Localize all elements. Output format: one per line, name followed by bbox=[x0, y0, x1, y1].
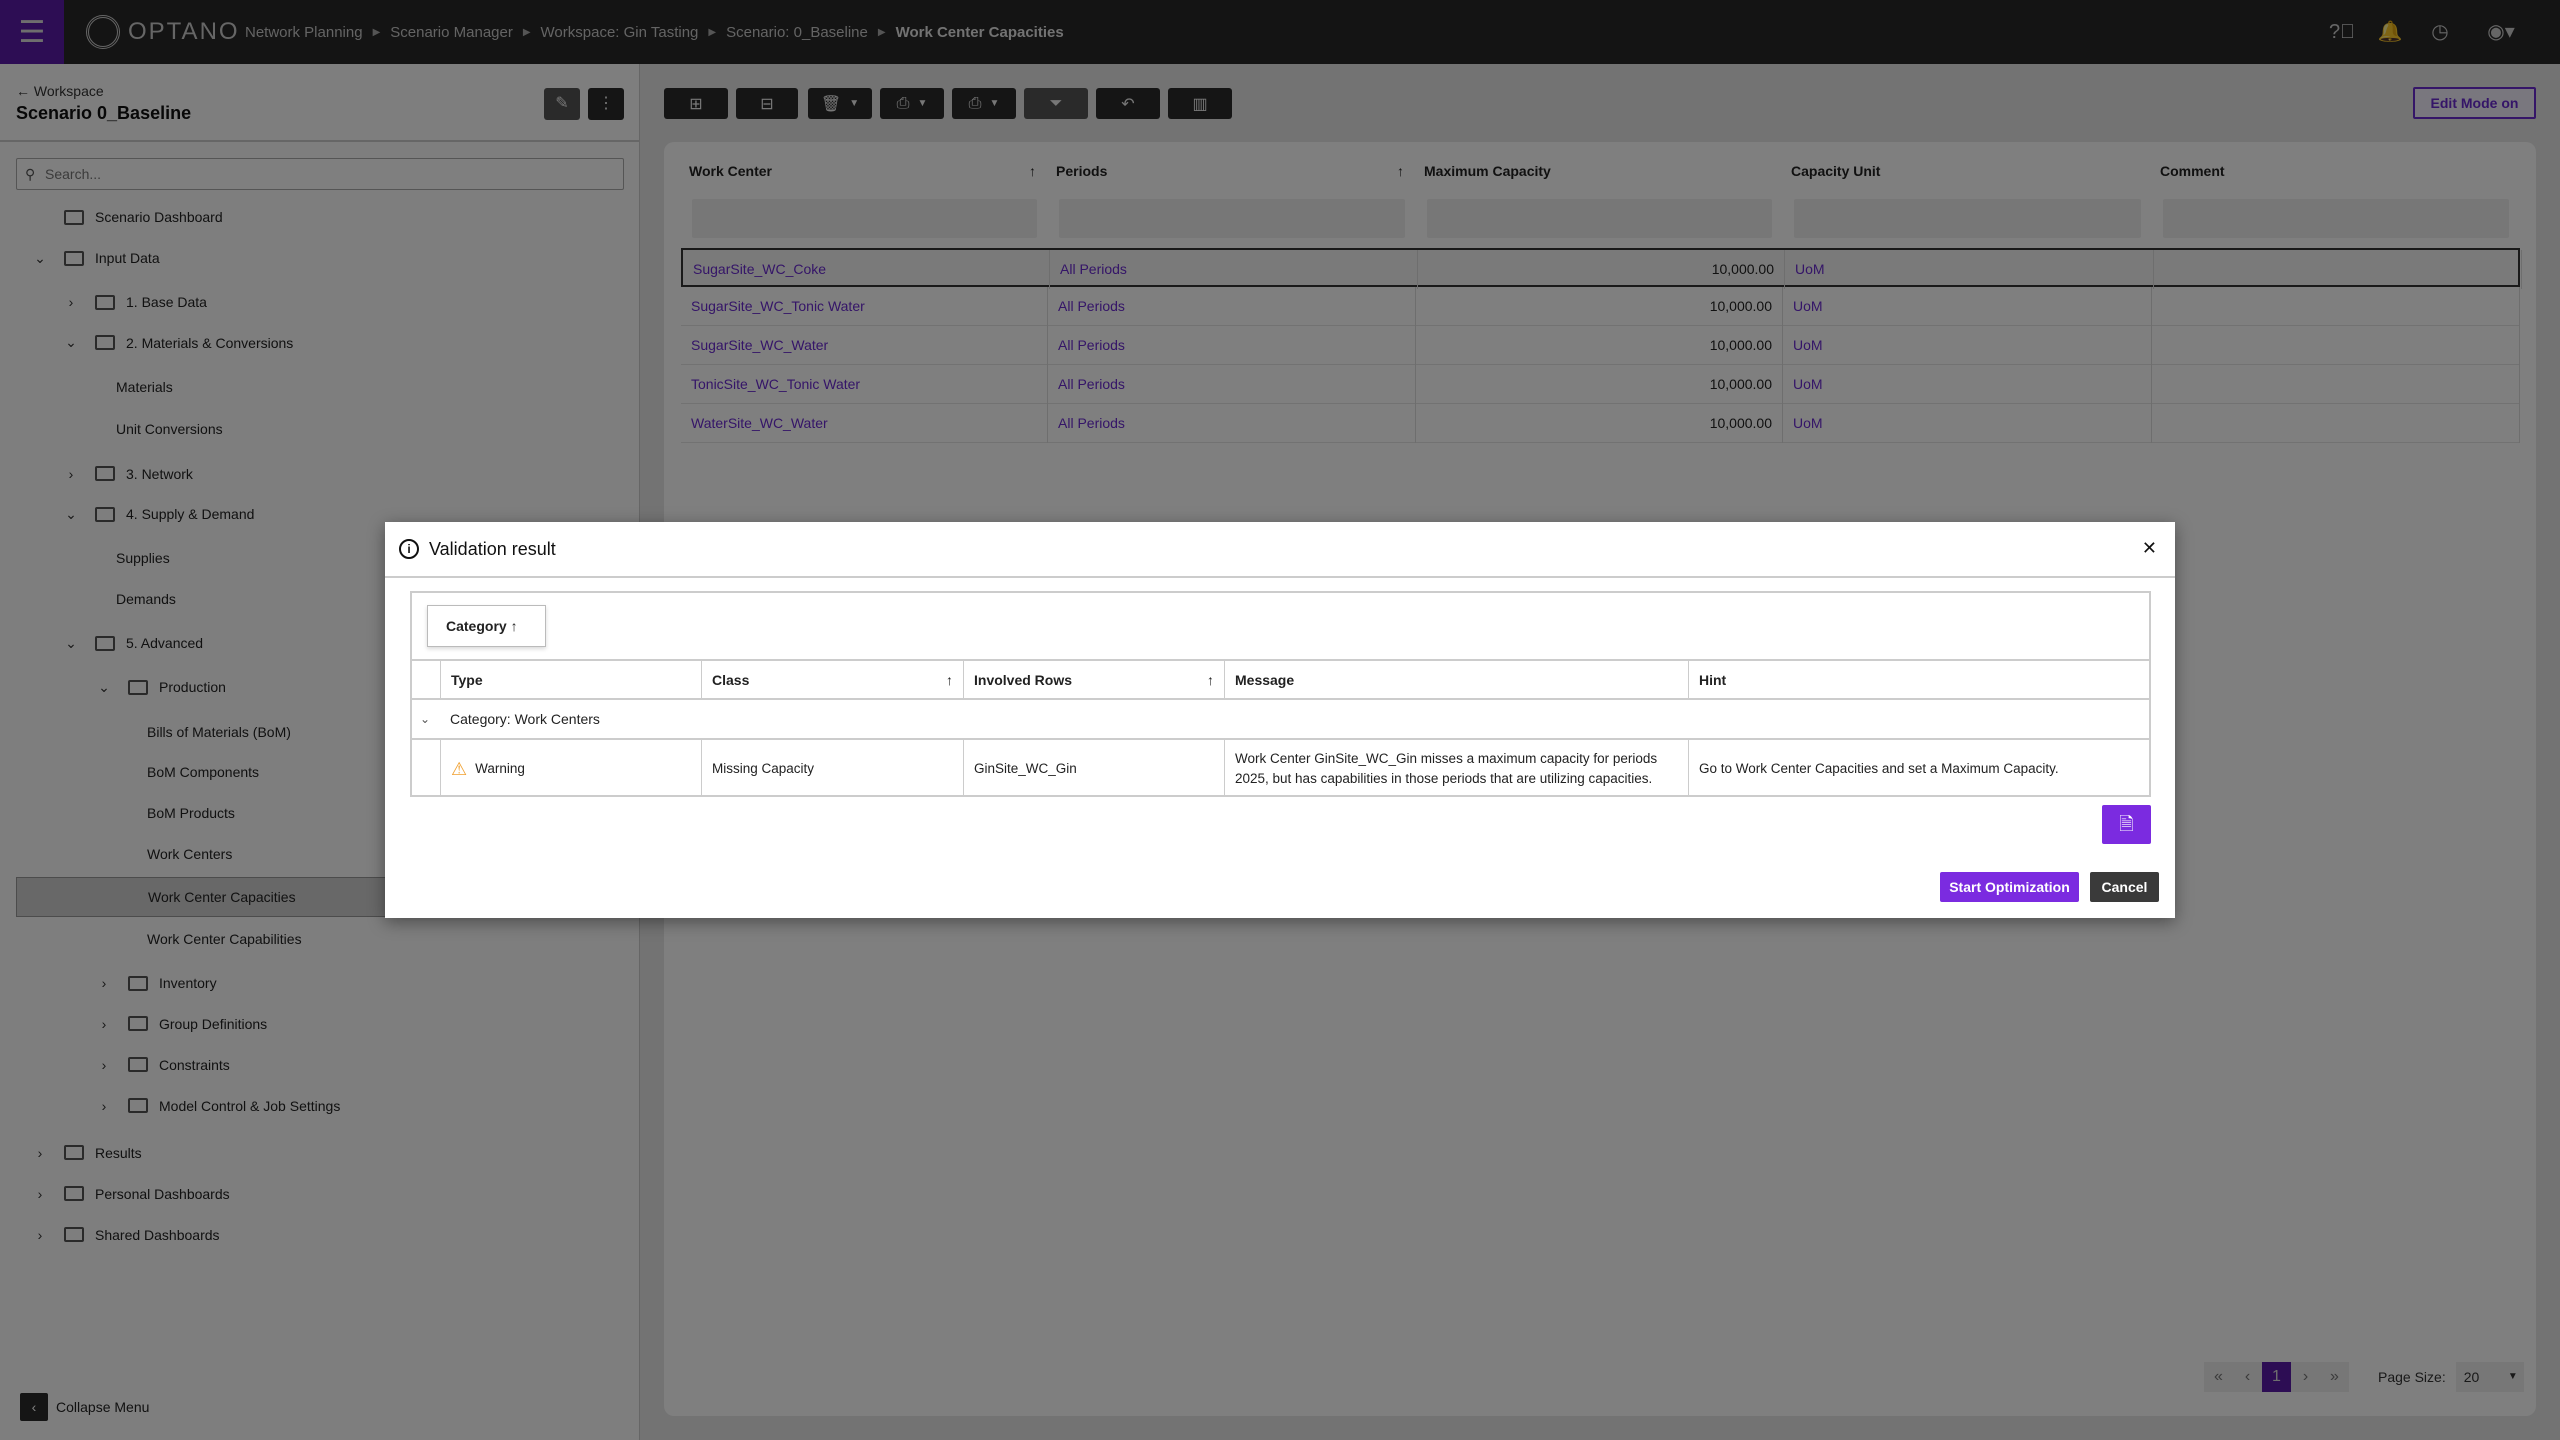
validation-table: Category ↑ Type Class ↑ Involved Rows ↑ Me… bbox=[410, 591, 2151, 797]
dialog-header: i Validation result bbox=[385, 522, 2175, 578]
cell-type: ⚠ Warning bbox=[441, 738, 702, 797]
header-label: Hint bbox=[1699, 672, 1726, 688]
chip-label: Category bbox=[446, 618, 507, 634]
sort-asc-icon: ↑ bbox=[511, 618, 518, 634]
cell-hint: Go to Work Center Capacities and set a M… bbox=[1689, 738, 2149, 797]
header-label: Message bbox=[1235, 672, 1294, 688]
column-header-message[interactable]: Message bbox=[1225, 659, 1689, 698]
sort-asc-icon: ↑ bbox=[1207, 661, 1214, 699]
column-header-class[interactable]: Class ↑ bbox=[702, 659, 964, 698]
header-label: Involved Rows bbox=[974, 672, 1072, 688]
cell-class: Missing Capacity bbox=[702, 738, 964, 797]
group-by-category-chip[interactable]: Category ↑ bbox=[427, 605, 546, 647]
column-header-type[interactable]: Type bbox=[441, 659, 702, 698]
warning-icon: ⚠ bbox=[451, 759, 467, 779]
group-row-label: Category: Work Centers bbox=[450, 711, 600, 727]
excel-file-icon: 🗎 bbox=[2119, 814, 2133, 834]
info-icon: i bbox=[399, 539, 419, 559]
cell-involved-rows: GinSite_WC_Gin bbox=[964, 738, 1225, 797]
type-text: Warning bbox=[475, 759, 525, 779]
header-label: Class bbox=[712, 672, 749, 688]
column-header-involved-rows[interactable]: Involved Rows ↑ bbox=[964, 659, 1225, 698]
validation-dialog: i Validation result ✕ Category ↑ Type Cla… bbox=[385, 522, 2175, 918]
cell-message: Work Center GinSite_WC_Gin misses a maxi… bbox=[1225, 738, 1689, 797]
close-icon[interactable]: ✕ bbox=[2142, 538, 2157, 559]
export-excel-button[interactable]: 🗎 bbox=[2102, 805, 2151, 844]
sort-asc-icon: ↑ bbox=[946, 661, 953, 699]
chevron-down-icon[interactable]: ⌄ bbox=[420, 700, 430, 738]
expand-column-header bbox=[412, 659, 441, 698]
column-header-hint[interactable]: Hint bbox=[1689, 659, 2149, 698]
start-optimization-button[interactable]: Start Optimization bbox=[1940, 872, 2079, 902]
group-row[interactable]: ⌄ Category: Work Centers bbox=[412, 698, 2149, 738]
dialog-title: Validation result bbox=[429, 539, 556, 560]
row-spacer bbox=[412, 738, 441, 797]
header-label: Type bbox=[451, 672, 483, 688]
cancel-button[interactable]: Cancel bbox=[2090, 872, 2159, 902]
